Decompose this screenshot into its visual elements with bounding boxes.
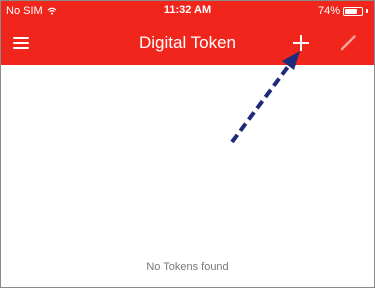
status-right-group: 74% bbox=[318, 5, 368, 17]
token-list-area: No Tokens found bbox=[1, 65, 374, 287]
pencil-icon bbox=[340, 35, 356, 51]
edit-button[interactable] bbox=[334, 29, 362, 57]
phone-screen: No SIM 11:32 AM 74% Digital Token No Tok… bbox=[0, 0, 375, 288]
page-title: Digital Token bbox=[138, 33, 237, 52]
battery-icon bbox=[343, 6, 363, 16]
battery-tip bbox=[366, 9, 368, 13]
battery-fill bbox=[345, 8, 357, 14]
add-token-button[interactable] bbox=[288, 30, 314, 56]
empty-state-message: No Tokens found bbox=[146, 261, 229, 273]
navigation-bar: Digital Token bbox=[1, 21, 374, 65]
status-bar: No SIM 11:32 AM 74% bbox=[1, 1, 374, 21]
battery-percentage: 74% bbox=[317, 5, 340, 17]
